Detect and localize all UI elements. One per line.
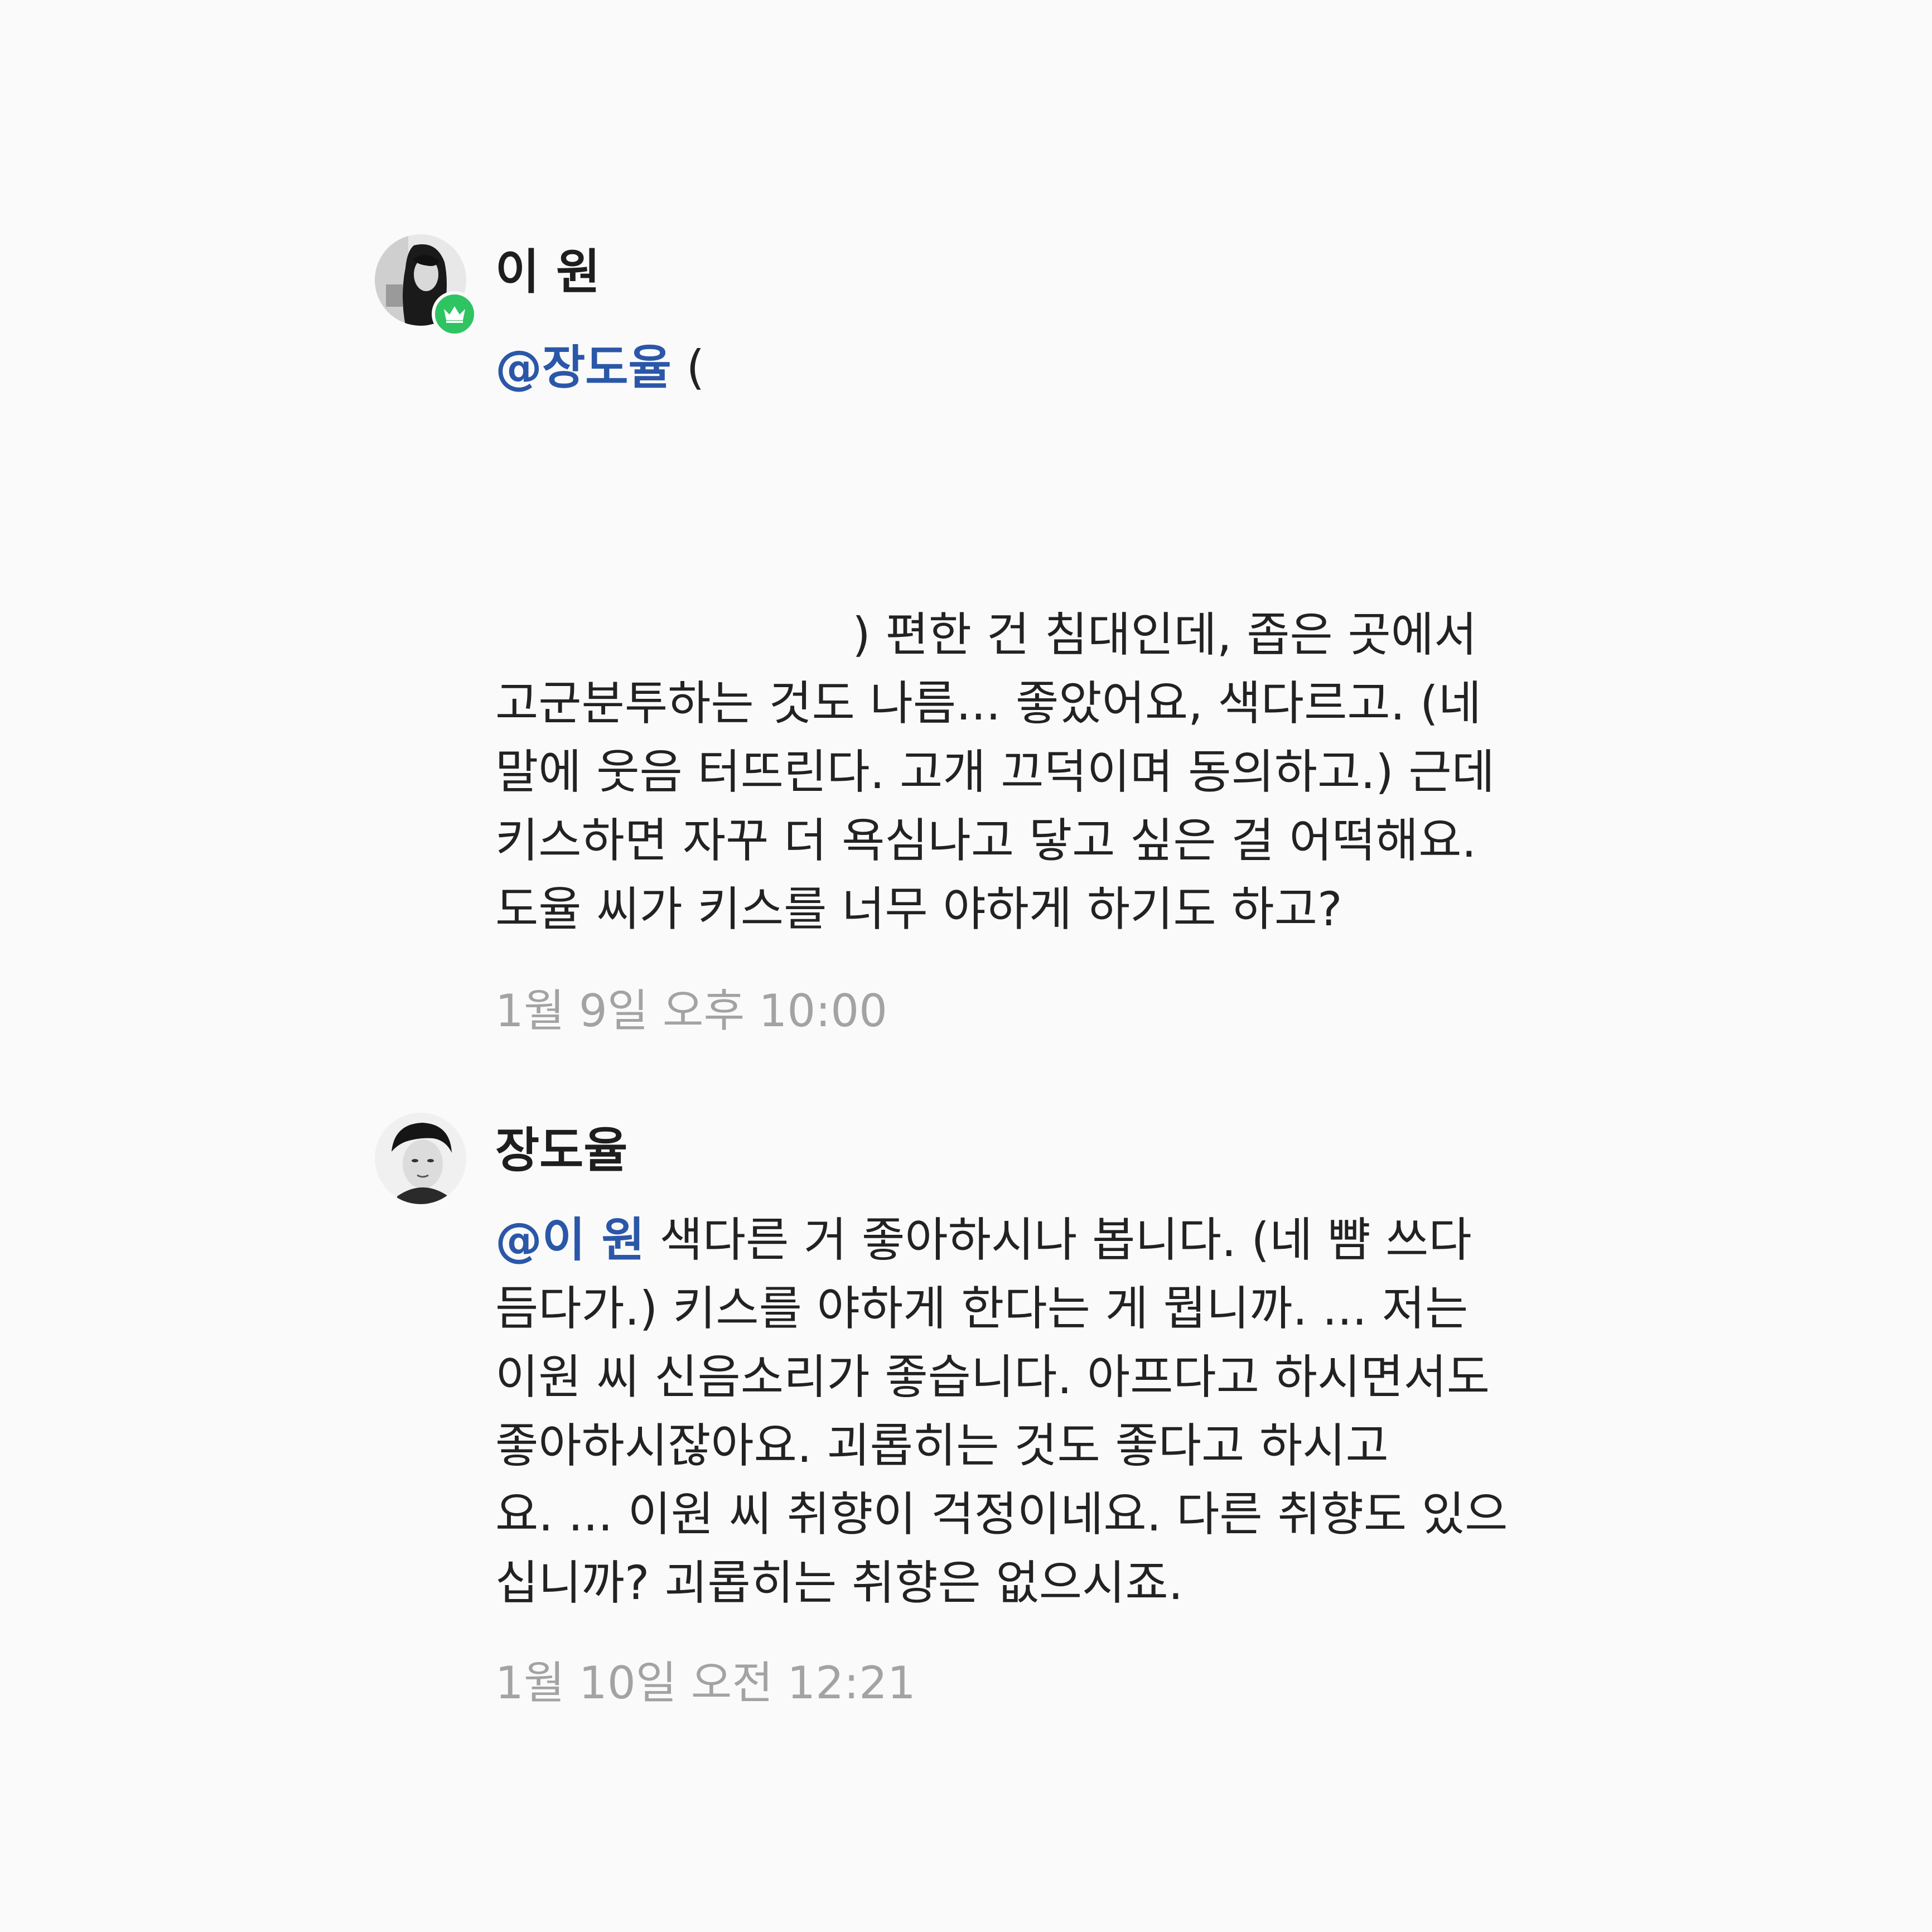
message-line: 이원 씨 신음소리가 좋습니다. 아프다고 하시면서도	[495, 1350, 1490, 1404]
message-line: 고군분투하는 것도 나름... 좋았어요, 색다르고. (네	[495, 676, 1482, 731]
crown-icon	[444, 306, 465, 323]
avatar[interactable]	[375, 234, 477, 337]
avatar[interactable]	[375, 1113, 466, 1204]
message-line: 도율 씨가 키스를 너무 야하게 하기도 하고?	[495, 882, 1342, 936]
message-line: 듬다가.) 키스를 야하게 한다는 게 뭡니까. ... 저는	[495, 1281, 1469, 1336]
message-line: @장도율 (	[495, 340, 705, 395]
message-timestamp: 1월 10일 오전 12:21	[495, 1657, 916, 1709]
sender-name: 이 원	[495, 244, 601, 300]
message-body: @장도율 (	[495, 334, 1566, 402]
mention-link[interactable]: @장도율	[495, 340, 672, 395]
owner-badge	[432, 291, 477, 337]
message-line: 말에 웃음 터뜨린다. 고개 끄덕이며 동의하고.) 근데	[495, 745, 1495, 799]
message-line: @이 원 색다른 거 좋아하시나 봅니다. (네 뺨 쓰다	[495, 1213, 1472, 1267]
message-line: 좋아하시잖아요. 괴롭히는 것도 좋다고 하시고	[495, 1418, 1389, 1473]
sender-name: 장도율	[495, 1123, 628, 1178]
message-body: @이 원 색다른 거 좋아하시나 봅니다. (네 뺨 쓰다 듬다가.) 키스를 …	[495, 1206, 1566, 1617]
profile-photo-man-icon	[375, 1113, 466, 1204]
message-line: 키스하면 자꾸 더 욕심나고 닿고 싶은 걸 어떡해요.	[495, 813, 1477, 868]
message-timestamp: 1월 9일 오후 10:00	[495, 985, 888, 1037]
message-line: ) 편한 건 침대인데, 좁은 곳에서	[852, 607, 1477, 662]
message-line: 요. ... 이원 씨 취향이 걱정이네요. 다른 취향도 있으	[495, 1487, 1508, 1542]
mention-link[interactable]: @이 원	[495, 1213, 645, 1267]
message-body-continued: ) 편한 건 침대인데, 좁은 곳에서 고군분투하는 것도 나름... 좋았어요…	[495, 601, 1566, 944]
message-line: 십니까? 괴롭히는 취향은 없으시죠.	[495, 1556, 1184, 1610]
